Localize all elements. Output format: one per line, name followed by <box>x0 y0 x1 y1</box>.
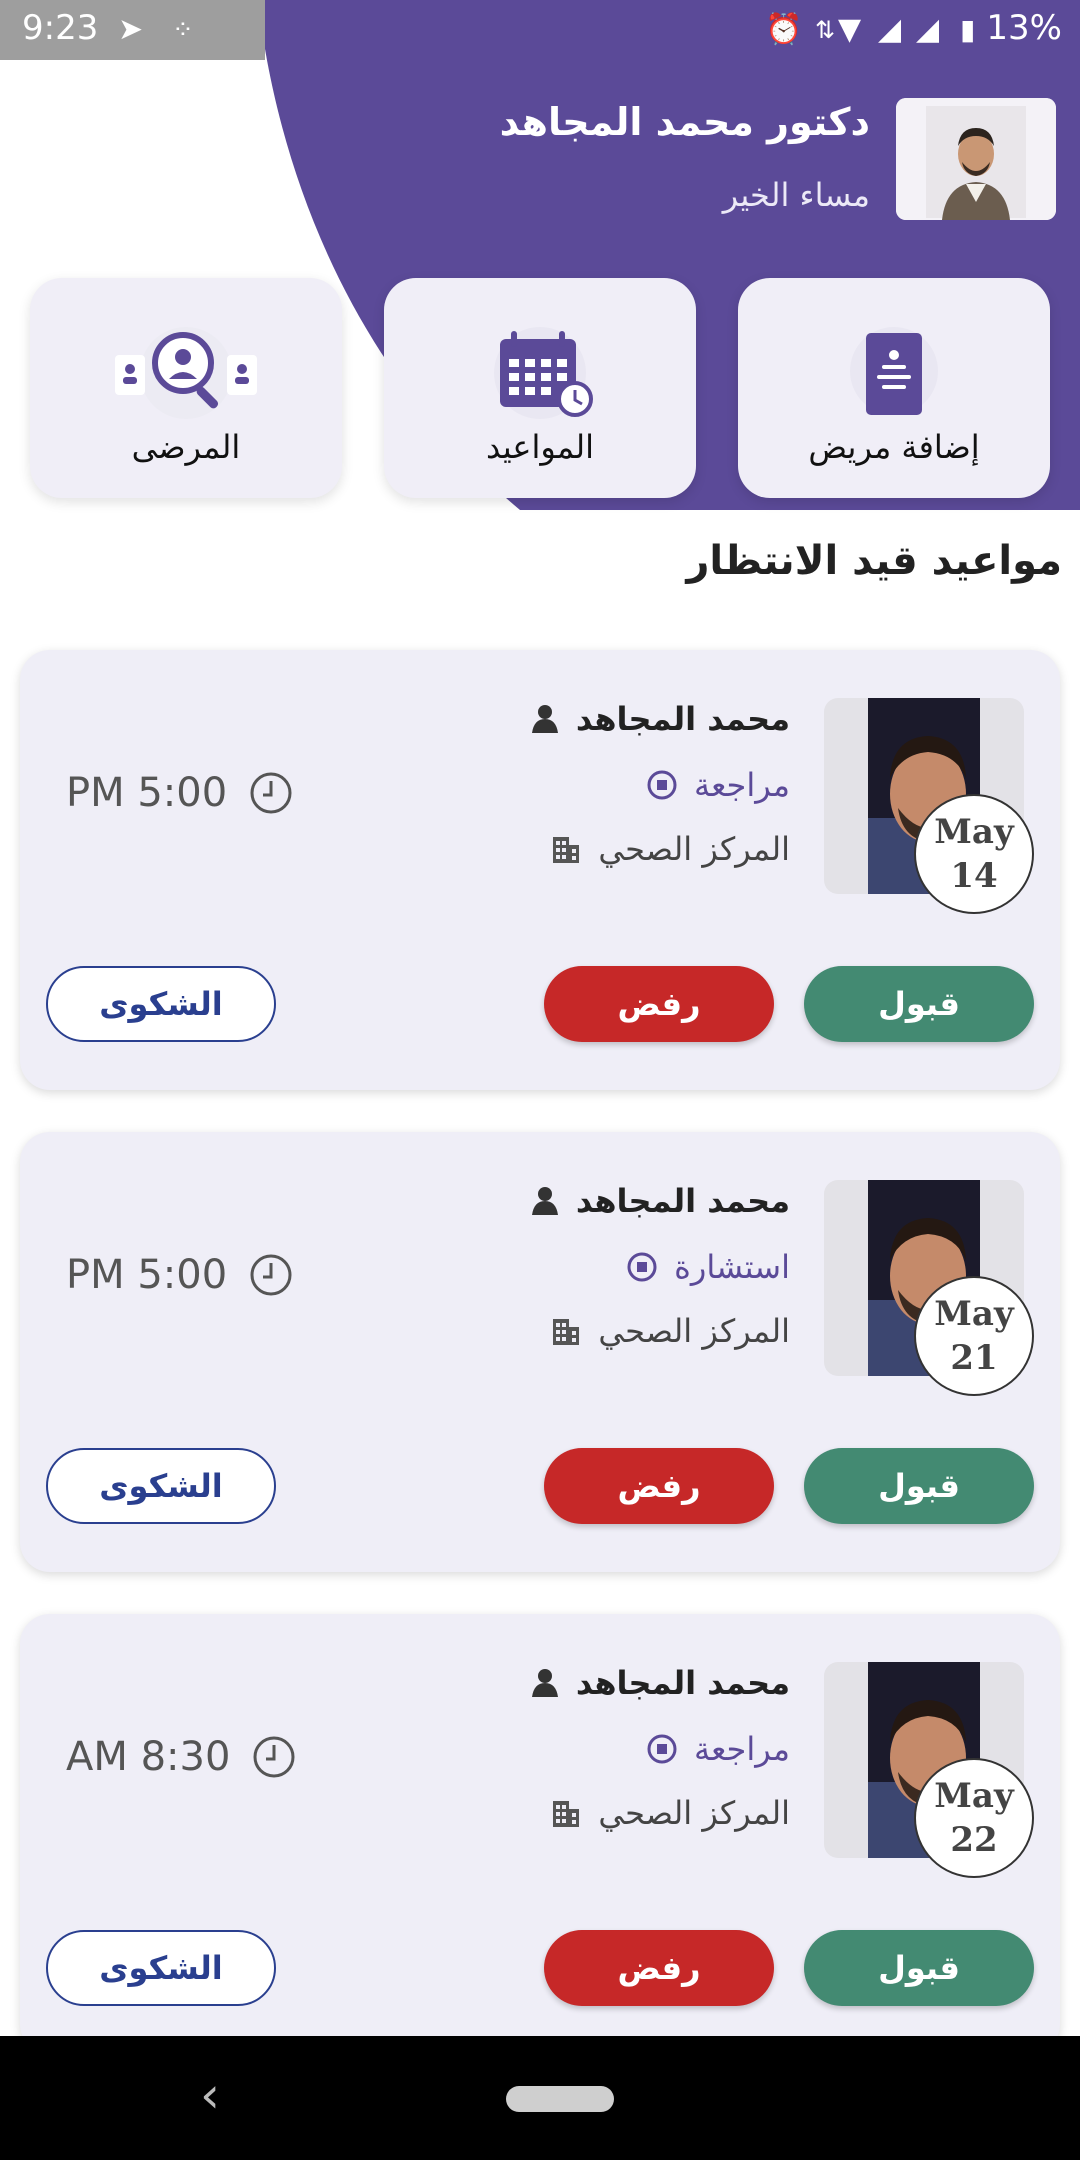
appointment-place: المركز الصحي <box>598 830 790 868</box>
appointment-time-row: AM 8:30 <box>66 1734 296 1780</box>
date-badge: May 22 <box>914 1758 1034 1878</box>
patients-label: المرضى <box>131 428 241 466</box>
appointment-place-row: المركز الصحي <box>550 830 790 868</box>
appointment-type: مراجعة <box>693 766 790 804</box>
appointment-place: المركز الصحي <box>598 1312 790 1350</box>
telegram-icon: ➤ <box>118 12 144 47</box>
doctor-photo <box>896 98 1056 220</box>
appointment-type-row: مراجعة <box>646 766 790 804</box>
date-day: 22 <box>950 1820 998 1860</box>
appointment-time: AM 8:30 <box>66 1734 231 1780</box>
add-patient-icon <box>738 316 1050 426</box>
patient-name: محمد المجاهد <box>575 1182 790 1220</box>
date-badge: May 14 <box>914 794 1034 914</box>
radio-dot-icon <box>647 770 677 800</box>
appointment-time: PM 5:00 <box>66 770 228 816</box>
clock-icon <box>250 1254 292 1296</box>
status-bar: 9:23 ➤ ⁘ ⏰ ⇅ ▼ ◢ ◢ ▮ 13% <box>0 0 1080 60</box>
appointment-type: مراجعة <box>693 1730 790 1768</box>
data-arrows-icon: ⇅ <box>815 16 836 44</box>
appointment-type: استشارة <box>674 1248 790 1286</box>
add-patient-card[interactable]: إضافة مريض <box>738 278 1050 498</box>
accept-button[interactable]: قبول <box>804 966 1034 1042</box>
patient-name-row: محمد المجاهد <box>530 1182 790 1220</box>
complaint-button[interactable]: الشكوى <box>46 966 276 1042</box>
appointments-card[interactable]: المواعيد <box>384 278 696 498</box>
status-time: 9:23 <box>22 8 99 48</box>
date-month: May <box>934 812 1014 852</box>
appointment-place-row: المركز الصحي <box>550 1312 790 1350</box>
add-patient-label: إضافة مريض <box>808 428 980 466</box>
pending-appointments-title: مواعيد قيد الانتظار <box>686 538 1062 584</box>
accept-button[interactable]: قبول <box>804 1930 1034 2006</box>
building-icon <box>553 1801 580 1827</box>
reject-button[interactable]: رفض <box>544 966 774 1042</box>
battery-icon: ▮ <box>960 13 976 46</box>
patient-photo[interactable]: May 21 <box>824 1180 1034 1396</box>
date-month: May <box>934 1776 1014 1816</box>
greeting-text: مساء الخير <box>722 176 870 214</box>
appointment-place-row: المركز الصحي <box>550 1794 790 1832</box>
building-icon <box>553 1319 580 1345</box>
appointment-time: PM 5:00 <box>66 1252 228 1298</box>
reject-button[interactable]: رفض <box>544 1930 774 2006</box>
patient-photo[interactable]: May 22 <box>824 1662 1034 1878</box>
appointments-label: المواعيد <box>485 428 595 466</box>
date-badge: May 21 <box>914 1276 1034 1396</box>
battery-percent: 13% <box>986 8 1062 48</box>
appointment-card: May 14 محمد المجاهد مراجعة المركز الصحي … <box>20 650 1060 1090</box>
radio-dot-icon <box>627 1252 657 1282</box>
appointment-type-row: مراجعة <box>646 1730 790 1768</box>
building-icon <box>553 837 580 863</box>
patients-card[interactable]: المرضى <box>30 278 342 498</box>
patient-name-row: محمد المجاهد <box>530 1664 790 1702</box>
signal-x-icon: ◢ <box>916 12 940 47</box>
patient-name-row: محمد المجاهد <box>530 700 790 738</box>
appointment-card: May 22 محمد المجاهد مراجعة المركز الصحي … <box>20 1614 1060 2054</box>
accept-button[interactable]: قبول <box>804 1448 1034 1524</box>
complaint-button[interactable]: الشكوى <box>46 1448 276 1524</box>
appointment-type-row: استشارة <box>626 1248 790 1286</box>
clock-icon <box>250 772 292 814</box>
system-nav-bar: ‹ <box>0 2036 1080 2160</box>
calendar-icon <box>384 316 696 426</box>
patient-photo[interactable]: May 14 <box>824 698 1034 914</box>
appointment-time-row: PM 5:00 <box>66 770 293 816</box>
patients-search-icon <box>30 316 342 426</box>
patient-name: محمد المجاهد <box>575 1664 790 1702</box>
appointment-time-row: PM 5:00 <box>66 1252 293 1298</box>
clock-icon <box>253 1736 295 1778</box>
date-day: 21 <box>950 1338 998 1378</box>
signal-icon: ◢ <box>878 12 902 47</box>
reject-button[interactable]: رفض <box>544 1448 774 1524</box>
patient-name: محمد المجاهد <box>575 700 790 738</box>
alarm-icon: ⏰ <box>765 12 803 47</box>
date-day: 14 <box>950 856 998 896</box>
wifi-icon: ▼ <box>838 12 862 47</box>
assistant-icon: ⁘ <box>172 15 194 45</box>
appointment-card: May 21 محمد المجاهد استشارة المركز الصحي… <box>20 1132 1060 1572</box>
back-icon[interactable]: ‹ <box>200 2066 220 2124</box>
person-icon <box>531 1187 558 1215</box>
doctor-name: دكتور محمد المجاهد <box>499 100 870 144</box>
date-month: May <box>934 1294 1014 1334</box>
complaint-button[interactable]: الشكوى <box>46 1930 276 2006</box>
radio-dot-icon <box>647 1734 677 1764</box>
person-icon <box>531 705 558 733</box>
home-pill[interactable] <box>506 2086 614 2112</box>
appointment-place: المركز الصحي <box>598 1794 790 1832</box>
doctor-avatar[interactable] <box>896 98 1056 220</box>
person-icon <box>531 1669 558 1697</box>
